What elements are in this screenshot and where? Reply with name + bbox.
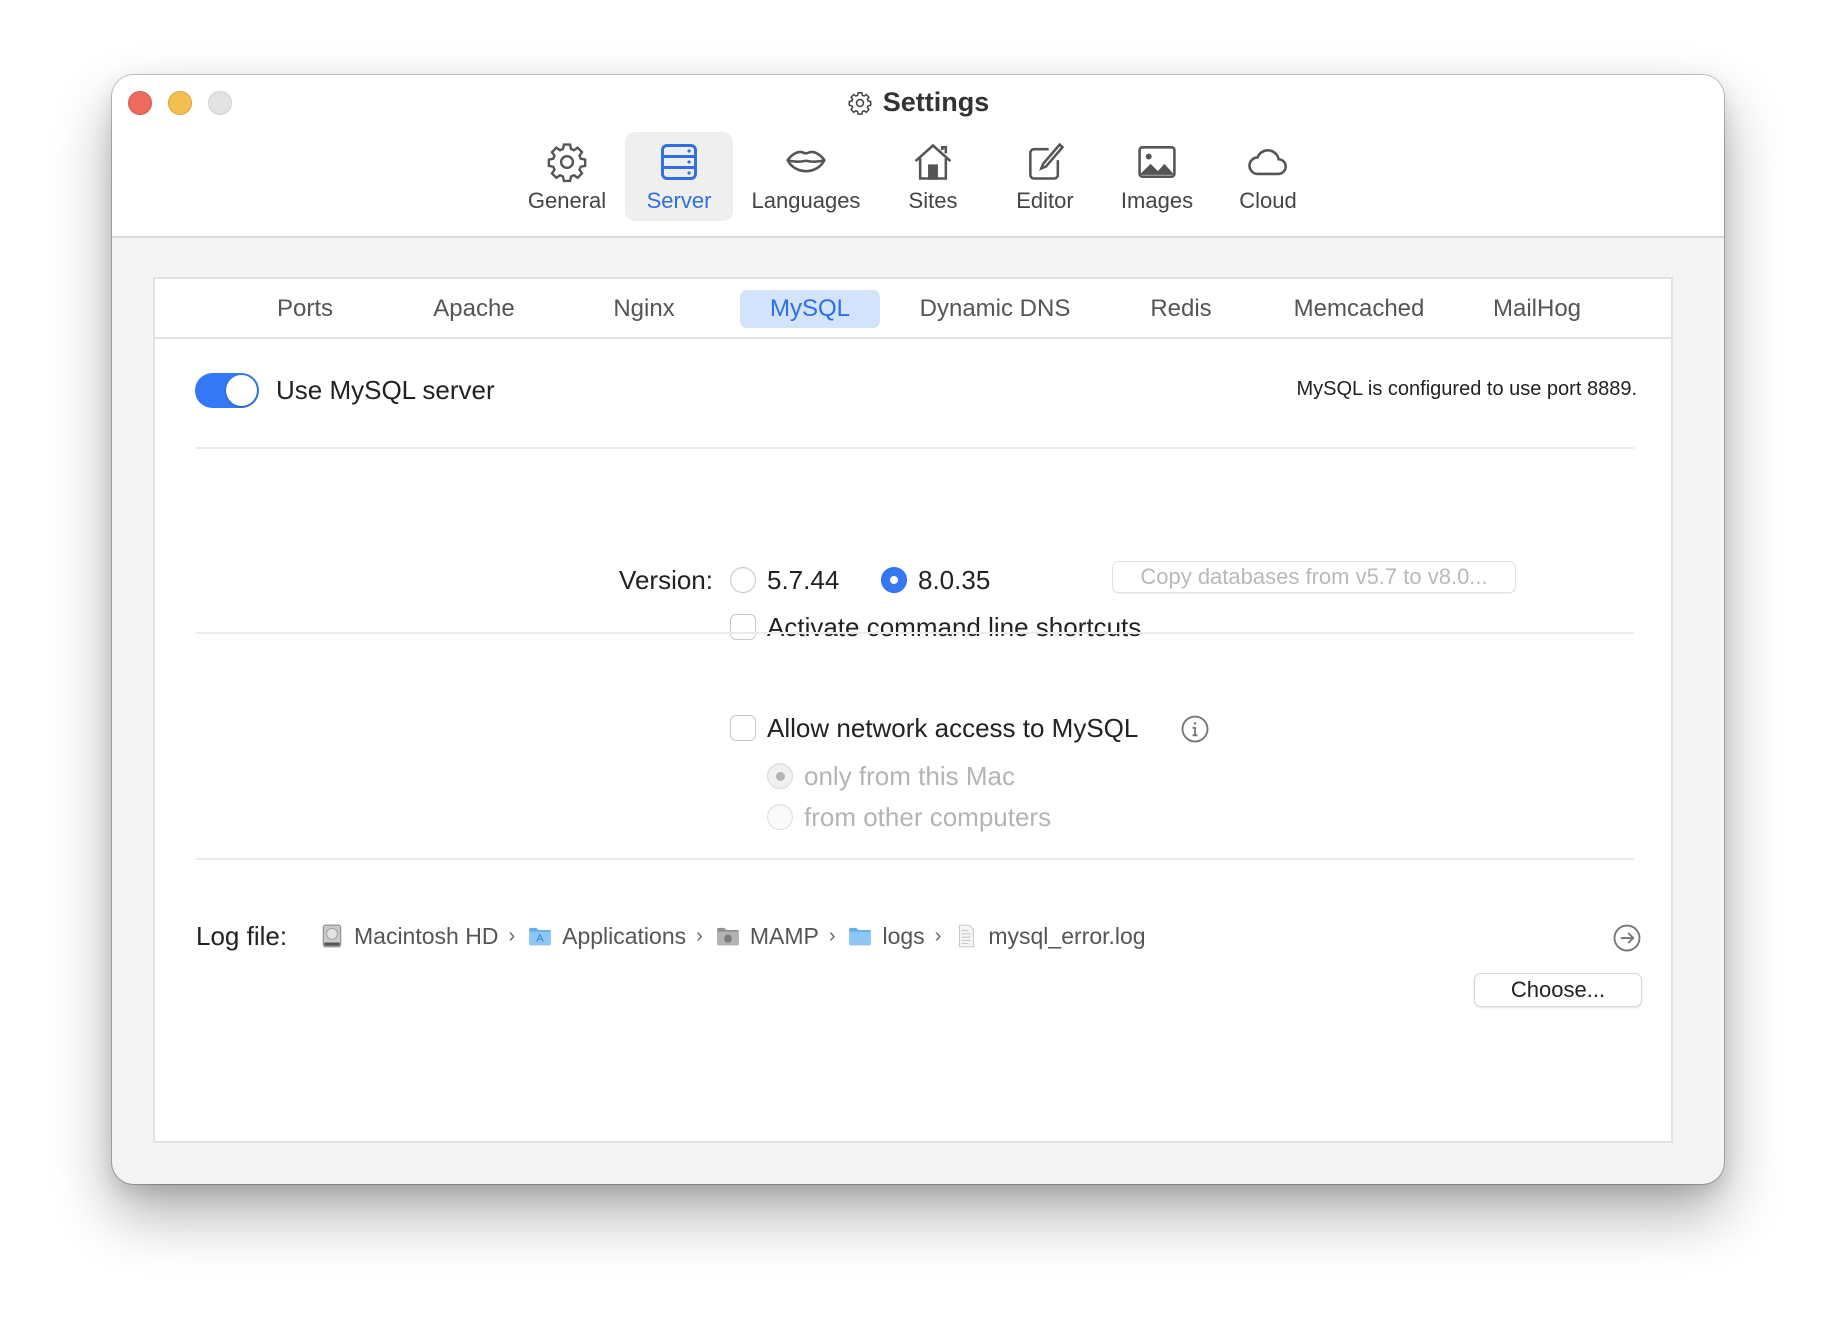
- mysql-settings-panel: Ports Apache Nginx MySQL Dynamic DNS Red…: [153, 277, 1673, 1143]
- cloud-icon: [1248, 149, 1287, 176]
- cli-shortcuts-checkbox[interactable]: [730, 614, 756, 640]
- choose-log-file-button[interactable]: Choose...: [1474, 973, 1642, 1007]
- toolbar-languages-label: Languages: [751, 188, 861, 213]
- toolbar-cloud[interactable]: Cloud: [1214, 132, 1322, 221]
- subtab-ports[interactable]: Ports: [259, 290, 351, 328]
- version-5-7-label: 5.7.44: [767, 565, 840, 595]
- version-8-0-label: 8.0.35: [918, 565, 991, 595]
- separator: [196, 632, 1634, 634]
- image-icon: [1138, 146, 1176, 178]
- window-title: Settings: [112, 87, 1724, 118]
- network-access-checkbox[interactable]: [730, 715, 756, 741]
- toolbar-languages[interactable]: Languages: [736, 132, 876, 221]
- cli-shortcuts-label: Activate command line shortcuts: [767, 612, 1142, 642]
- network-other-computers-radio[interactable]: [767, 804, 793, 830]
- path-label: logs: [882, 922, 925, 949]
- folder-icon: [849, 927, 872, 946]
- toolbar-sites-label: Sites: [908, 188, 958, 213]
- toolbar-sites[interactable]: Sites: [879, 132, 987, 221]
- server-icon: [661, 144, 697, 180]
- title-bar: Settings General Server Languages Sites …: [112, 75, 1724, 238]
- document-icon: [959, 924, 975, 948]
- toolbar-general-label: General: [527, 188, 607, 213]
- subtab-memcached[interactable]: Memcached: [1276, 290, 1443, 328]
- toolbar-images-label: Images: [1120, 188, 1194, 213]
- lips-icon: [786, 150, 826, 173]
- toolbar-images[interactable]: Images: [1103, 132, 1211, 221]
- separator: [196, 447, 1634, 449]
- use-mysql-toggle[interactable]: [195, 373, 259, 408]
- window-title-text: Settings: [882, 87, 990, 117]
- toolbar-editor[interactable]: Editor: [991, 132, 1099, 221]
- toolbar-general[interactable]: General: [513, 132, 621, 221]
- settings-window: Settings General Server Languages Sites …: [112, 75, 1724, 1184]
- subtab-redis[interactable]: Redis: [1132, 290, 1229, 328]
- path-item-applications[interactable]: Applications: [527, 923, 686, 950]
- server-subtabs: Ports Apache Nginx MySQL Dynamic DNS Red…: [155, 279, 1671, 339]
- chevron-right-icon: ›: [934, 924, 942, 947]
- toolbar-server-label: Server: [646, 188, 712, 213]
- subtab-apache[interactable]: Apache: [415, 290, 532, 328]
- copy-databases-button[interactable]: Copy databases from v5.7 to v8.0...: [1112, 561, 1516, 593]
- subtab-mysql[interactable]: MySQL: [739, 290, 881, 328]
- path-label: MAMP: [749, 922, 819, 949]
- path-label: mysql_error.log: [988, 922, 1146, 949]
- path-label: Macintosh HD: [354, 922, 499, 949]
- log-file-label: Log file:: [196, 921, 288, 951]
- subtab-mailhog[interactable]: MailHog: [1475, 290, 1599, 328]
- path-item-logs[interactable]: logs: [847, 922, 925, 950]
- use-mysql-label: Use MySQL server: [276, 375, 495, 405]
- reveal-in-finder-icon[interactable]: [1612, 923, 1642, 953]
- path-label: Applications: [562, 922, 687, 949]
- toolbar-editor-label: Editor: [1016, 188, 1074, 213]
- gear-icon: [547, 143, 587, 183]
- port-note: MySQL is configured to use port 8889.: [1296, 378, 1637, 400]
- version-8-0-radio[interactable]: [881, 567, 907, 593]
- applications-folder-icon: [529, 927, 551, 946]
- chevron-right-icon: ›: [696, 924, 703, 947]
- gear-icon: [848, 91, 872, 115]
- path-item-macintosh-hd[interactable]: Macintosh HD: [319, 923, 498, 950]
- toolbar-server[interactable]: Server: [625, 132, 733, 221]
- mamp-folder-icon: [716, 927, 739, 946]
- edit-icon: [1029, 142, 1065, 180]
- log-file-path[interactable]: Macintosh HD › Applications › MAMP › log…: [319, 919, 1146, 953]
- toolbar-cloud-label: Cloud: [1239, 188, 1297, 213]
- network-other-computers-label: from other computers: [804, 802, 1052, 832]
- path-item-mamp[interactable]: MAMP: [715, 923, 819, 950]
- hard-drive-icon: [322, 924, 342, 948]
- path-item-mysql-error-log[interactable]: mysql_error.log: [953, 922, 1146, 950]
- network-access-label: Allow network access to MySQL: [767, 713, 1139, 743]
- house-icon: [914, 143, 952, 180]
- info-icon[interactable]: [1180, 714, 1210, 744]
- chevron-right-icon: ›: [508, 924, 516, 947]
- version-label: Version:: [619, 565, 713, 595]
- version-5-7-radio[interactable]: [730, 567, 756, 593]
- network-only-this-mac-label: only from this Mac: [804, 761, 1015, 791]
- subtab-nginx[interactable]: Nginx: [595, 290, 692, 328]
- network-only-this-mac-radio[interactable]: [767, 763, 793, 789]
- separator: [196, 858, 1634, 860]
- toggle-knob: [226, 375, 257, 406]
- chevron-right-icon: ›: [828, 924, 836, 947]
- subtab-dynamic-dns[interactable]: Dynamic DNS: [902, 290, 1089, 328]
